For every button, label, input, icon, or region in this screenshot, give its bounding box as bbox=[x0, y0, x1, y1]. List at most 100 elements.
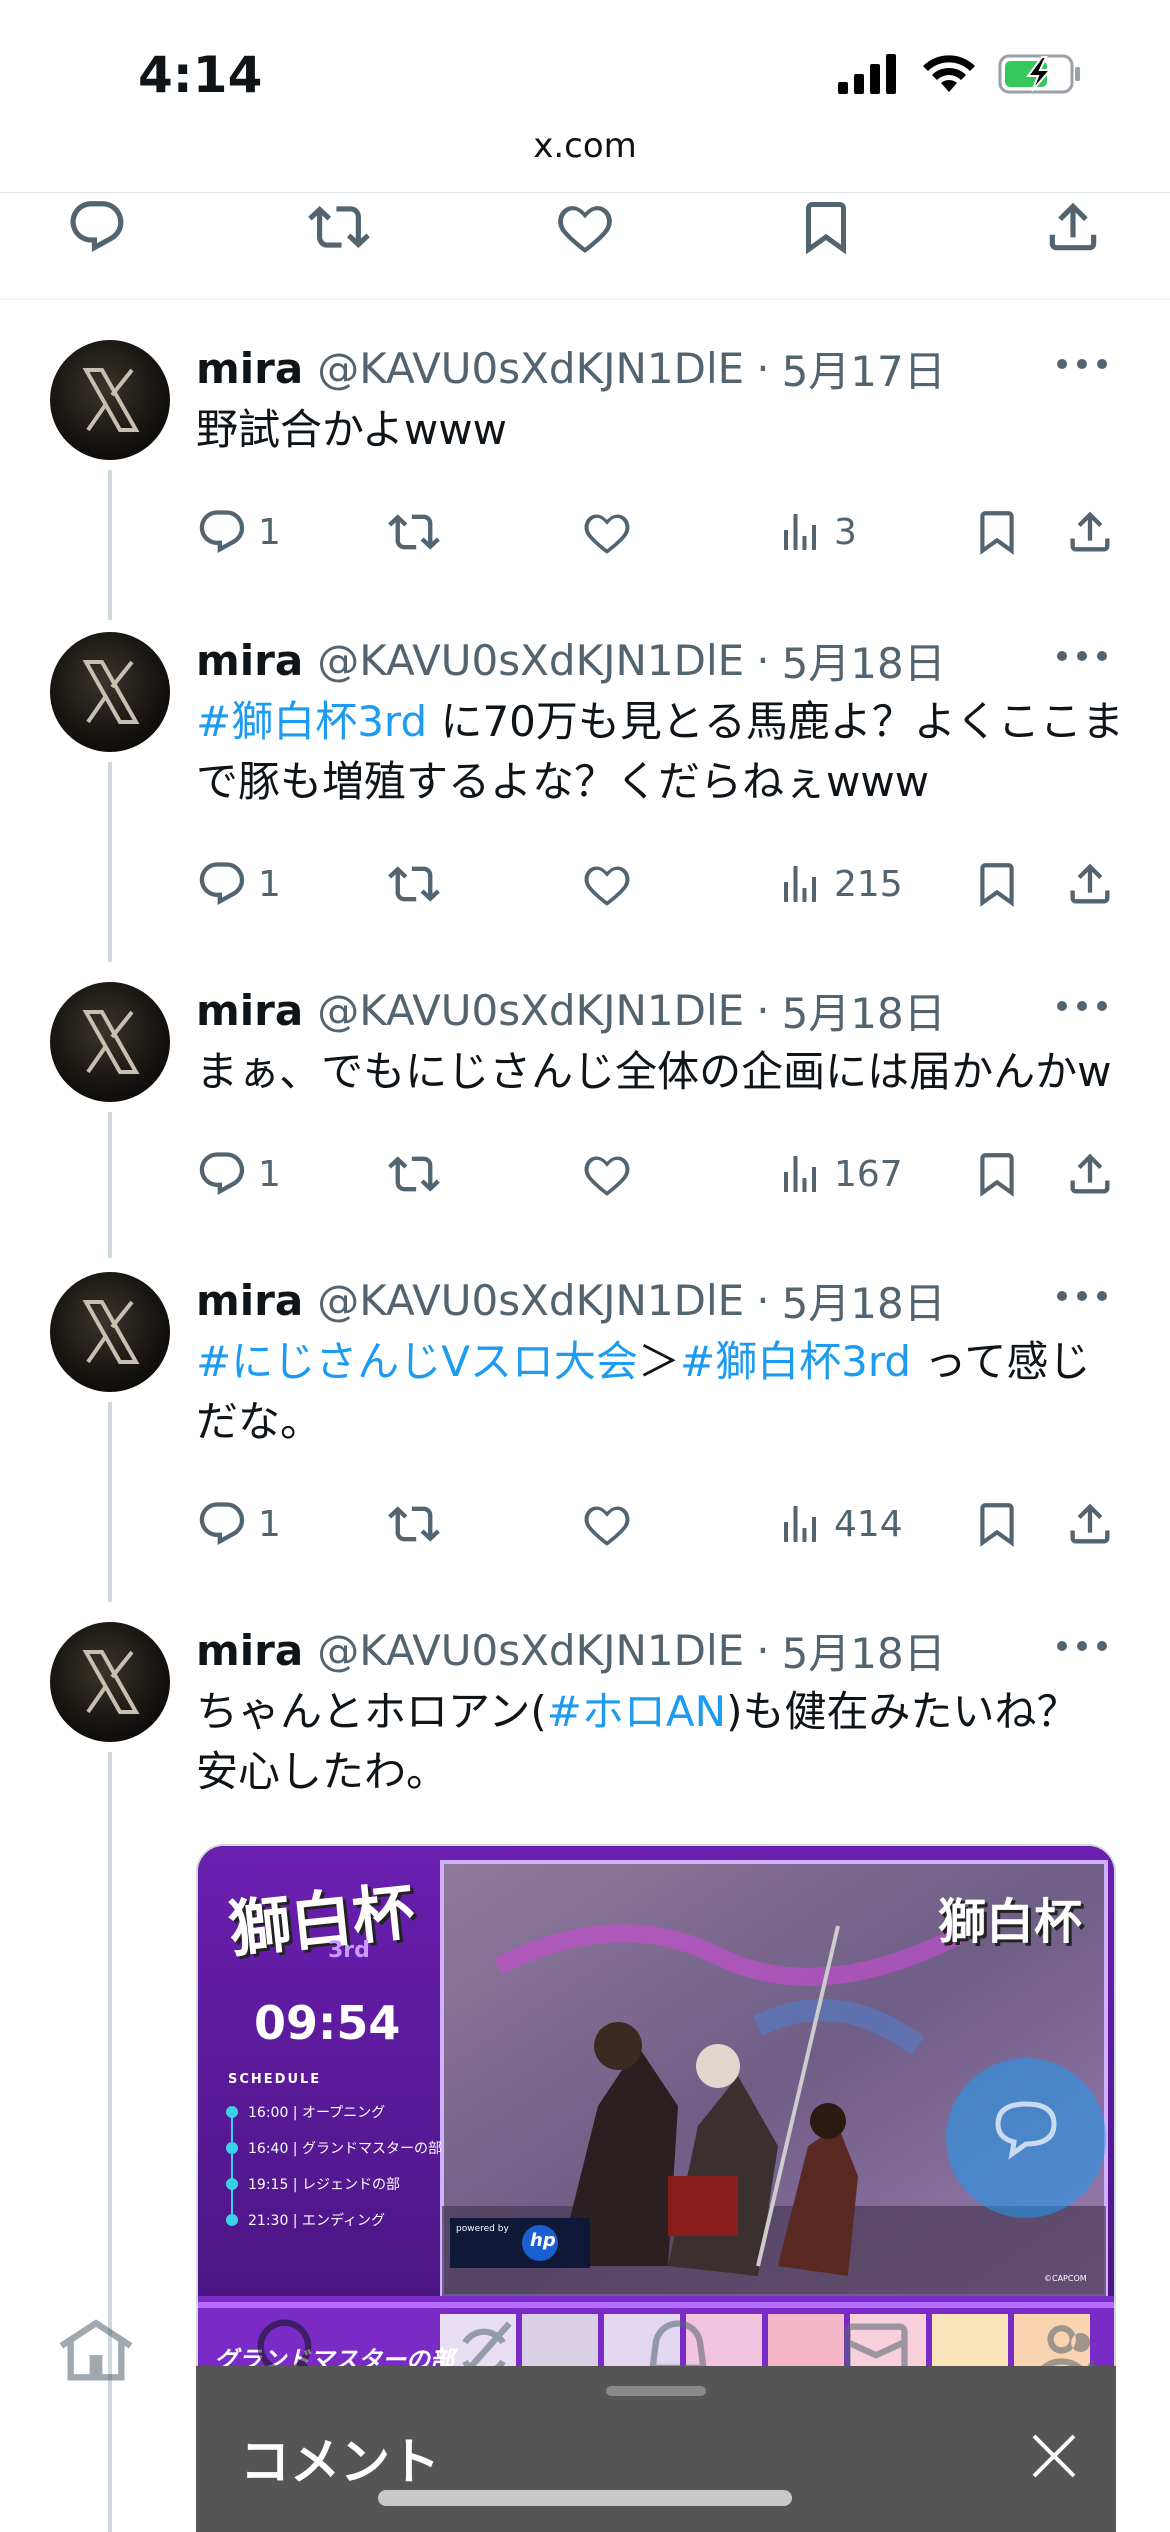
more-icon[interactable] bbox=[1050, 634, 1114, 678]
analytics-icon bbox=[784, 1156, 816, 1192]
view-count: 414 bbox=[834, 1503, 903, 1545]
more-icon[interactable] bbox=[1050, 1274, 1114, 1318]
tweet-date[interactable]: 5月18日 bbox=[782, 630, 946, 691]
hashtag-link[interactable]: #獅白杯3rd bbox=[680, 1337, 911, 1386]
reply-button[interactable]: 1 bbox=[196, 1494, 281, 1554]
user-handle[interactable]: @KAVU0sXdKJN1DlE bbox=[317, 1626, 744, 1675]
thread-line bbox=[108, 1112, 112, 1258]
hashtag-link[interactable]: #ホロAN bbox=[547, 1687, 726, 1736]
like-icon[interactable] bbox=[552, 196, 618, 258]
x-logo-icon bbox=[82, 1650, 140, 1714]
like-button[interactable] bbox=[580, 502, 634, 562]
schedule-item: 16:00 | オープニング bbox=[248, 2105, 386, 2121]
cellular-signal-icon bbox=[838, 54, 896, 94]
status-bar: 4:14 bbox=[0, 0, 1170, 120]
retweet-icon bbox=[388, 514, 440, 550]
bookmark-icon[interactable] bbox=[796, 196, 856, 258]
more-icon[interactable] bbox=[1050, 984, 1114, 1028]
display-name[interactable]: mira bbox=[196, 344, 303, 393]
share-button[interactable] bbox=[1064, 1144, 1116, 1204]
bookmark-button[interactable] bbox=[972, 1494, 1022, 1554]
view-count: 3 bbox=[834, 511, 857, 553]
retweet-button[interactable] bbox=[386, 1144, 442, 1204]
share-button[interactable] bbox=[1064, 502, 1116, 562]
avatar[interactable] bbox=[50, 1622, 170, 1742]
stream-clock: 09:54 bbox=[254, 1996, 401, 2050]
view-count: 215 bbox=[834, 863, 903, 905]
retweet-icon[interactable] bbox=[304, 196, 374, 258]
tweet-actions: 1 215 bbox=[196, 854, 1126, 914]
more-icon[interactable] bbox=[1050, 342, 1114, 386]
reply-icon[interactable] bbox=[66, 196, 128, 258]
display-name[interactable]: mira bbox=[196, 1276, 303, 1325]
retweet-button[interactable] bbox=[386, 502, 442, 562]
avatar[interactable] bbox=[50, 982, 170, 1102]
schedule-item: 16:40 | グランドマスターの部 bbox=[248, 2141, 442, 2157]
tweet-text: #獅白杯3rd に70万も見とる馬鹿よ？よくここま で豚も増殖するよな？くだらね… bbox=[196, 692, 1126, 812]
share-icon[interactable] bbox=[1042, 196, 1104, 258]
analytics-icon bbox=[784, 1506, 816, 1542]
share-button[interactable] bbox=[1064, 854, 1116, 914]
user-handle[interactable]: @KAVU0sXdKJN1DlE bbox=[317, 636, 744, 685]
tweet-date[interactable]: 5月18日 bbox=[782, 1620, 946, 1681]
tweet-date[interactable]: 5月18日 bbox=[782, 980, 946, 1041]
tweet-header: mira @KAVU0sXdKJN1DlE · 5月17日 bbox=[196, 340, 946, 396]
reply-button[interactable]: 1 bbox=[196, 1144, 281, 1204]
reply-count: 1 bbox=[258, 511, 281, 553]
separator-dot: · bbox=[756, 343, 770, 393]
retweet-button[interactable] bbox=[386, 854, 442, 914]
tweet-date[interactable]: 5月18日 bbox=[782, 1270, 946, 1331]
user-handle[interactable]: @KAVU0sXdKJN1DlE bbox=[317, 986, 744, 1035]
hashtag-link[interactable]: #獅白杯3rd bbox=[196, 697, 427, 746]
home-indicator bbox=[378, 2490, 792, 2506]
bookmark-button[interactable] bbox=[972, 1144, 1022, 1204]
thread-line bbox=[108, 762, 112, 962]
retweet-icon bbox=[388, 1506, 440, 1542]
retweet-button[interactable] bbox=[386, 1494, 442, 1554]
share-button[interactable] bbox=[1064, 1494, 1116, 1554]
event-logo-sub: 3rd bbox=[328, 1938, 370, 1963]
views-button[interactable]: 215 bbox=[776, 854, 903, 914]
avatar[interactable] bbox=[50, 1272, 170, 1392]
views-button[interactable]: 414 bbox=[776, 1494, 903, 1554]
home-icon[interactable] bbox=[58, 2314, 134, 2390]
tweet-date[interactable]: 5月17日 bbox=[782, 338, 946, 399]
text-separator: ＞ bbox=[637, 1337, 680, 1386]
tweet-header: mira @KAVU0sXdKJN1DlE · 5月18日 bbox=[196, 982, 946, 1038]
avatar[interactable] bbox=[50, 632, 170, 752]
reply-button[interactable]: 1 bbox=[196, 854, 281, 914]
divider bbox=[0, 192, 1170, 193]
x-logo-icon bbox=[82, 1300, 140, 1364]
schedule-item: 19:15 | レジェンドの部 bbox=[248, 2177, 400, 2193]
tweet-text-line: ちゃんとホロアン( bbox=[196, 1687, 547, 1736]
tweet-header: mira @KAVU0sXdKJN1DlE · 5月18日 bbox=[196, 1622, 946, 1678]
like-button[interactable] bbox=[580, 854, 634, 914]
hashtag-link[interactable]: #にじさんじVスロ大会 bbox=[196, 1337, 638, 1386]
comment-icon bbox=[995, 2101, 1057, 2160]
avatar[interactable] bbox=[50, 340, 170, 460]
views-button[interactable]: 3 bbox=[776, 502, 857, 562]
comment-sheet[interactable]: コメント bbox=[196, 2366, 1116, 2532]
floating-compose-button[interactable] bbox=[946, 2058, 1106, 2218]
tweet-text-line: で豚も増殖するよな？くだらねぇwww bbox=[196, 757, 930, 806]
url-bar[interactable]: x.com bbox=[0, 126, 1170, 166]
bookmark-button[interactable] bbox=[972, 502, 1022, 562]
user-handle[interactable]: @KAVU0sXdKJN1DlE bbox=[317, 344, 744, 393]
more-icon[interactable] bbox=[1050, 1624, 1114, 1668]
bookmark-button[interactable] bbox=[972, 854, 1022, 914]
display-name[interactable]: mira bbox=[196, 986, 303, 1035]
share-icon bbox=[1070, 863, 1110, 904]
user-handle[interactable]: @KAVU0sXdKJN1DlE bbox=[317, 1276, 744, 1325]
like-button[interactable] bbox=[580, 1494, 634, 1554]
thread-line bbox=[108, 470, 112, 620]
views-button[interactable]: 167 bbox=[776, 1144, 903, 1204]
display-name[interactable]: mira bbox=[196, 1626, 303, 1675]
like-button[interactable] bbox=[580, 1144, 634, 1204]
sheet-drag-handle[interactable] bbox=[606, 2386, 706, 2396]
close-icon[interactable] bbox=[1026, 2428, 1082, 2484]
tweet-text-line: に70万も見とる馬鹿よ？よくここま bbox=[427, 697, 1124, 746]
reply-button[interactable]: 1 bbox=[196, 502, 281, 562]
tweet-text-line: って感じ bbox=[911, 1337, 1091, 1386]
display-name[interactable]: mira bbox=[196, 636, 303, 685]
tweet-text: 野試合かよwww bbox=[196, 400, 1126, 460]
